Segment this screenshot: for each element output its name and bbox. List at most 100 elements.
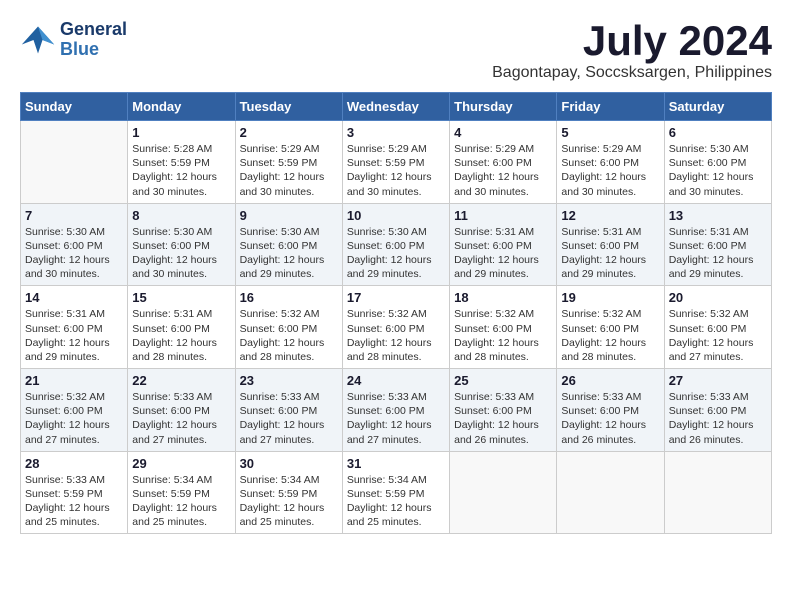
day-info: Sunrise: 5:34 AM Sunset: 5:59 PM Dayligh… bbox=[240, 473, 338, 530]
day-number: 2 bbox=[240, 125, 338, 140]
weekday-tuesday: Tuesday bbox=[235, 93, 342, 121]
day-info: Sunrise: 5:32 AM Sunset: 6:00 PM Dayligh… bbox=[347, 307, 445, 364]
calendar-cell: 24 Sunrise: 5:33 AM Sunset: 6:00 PM Dayli… bbox=[342, 369, 449, 452]
day-info: Sunrise: 5:31 AM Sunset: 6:00 PM Dayligh… bbox=[25, 307, 123, 364]
week-row-4: 21 Sunrise: 5:32 AM Sunset: 6:00 PM Dayli… bbox=[21, 369, 772, 452]
calendar-cell: 26 Sunrise: 5:33 AM Sunset: 6:00 PM Dayli… bbox=[557, 369, 664, 452]
week-row-1: 1 Sunrise: 5:28 AM Sunset: 5:59 PM Daylig… bbox=[21, 121, 772, 204]
day-info: Sunrise: 5:32 AM Sunset: 6:00 PM Dayligh… bbox=[25, 390, 123, 447]
day-info: Sunrise: 5:31 AM Sunset: 6:00 PM Dayligh… bbox=[669, 225, 767, 282]
day-number: 17 bbox=[347, 290, 445, 305]
calendar-cell: 13 Sunrise: 5:31 AM Sunset: 6:00 PM Dayli… bbox=[664, 203, 771, 286]
day-info: Sunrise: 5:28 AM Sunset: 5:59 PM Dayligh… bbox=[132, 142, 230, 199]
weekday-thursday: Thursday bbox=[450, 93, 557, 121]
weekday-monday: Monday bbox=[128, 93, 235, 121]
day-number: 3 bbox=[347, 125, 445, 140]
day-info: Sunrise: 5:31 AM Sunset: 6:00 PM Dayligh… bbox=[561, 225, 659, 282]
calendar-table: SundayMondayTuesdayWednesdayThursdayFrid… bbox=[20, 92, 772, 534]
day-number: 20 bbox=[669, 290, 767, 305]
weekday-header-row: SundayMondayTuesdayWednesdayThursdayFrid… bbox=[21, 93, 772, 121]
calendar-cell: 15Sunrise: 5:31 AM Sunset: 6:00 PM Dayli… bbox=[128, 286, 235, 369]
calendar-cell: 27 Sunrise: 5:33 AM Sunset: 6:00 PM Dayli… bbox=[664, 369, 771, 452]
day-info: Sunrise: 5:33 AM Sunset: 6:00 PM Dayligh… bbox=[454, 390, 552, 447]
day-number: 25 bbox=[454, 373, 552, 388]
day-number: 29 bbox=[132, 456, 230, 471]
day-number: 23 bbox=[240, 373, 338, 388]
day-info: Sunrise: 5:32 AM Sunset: 6:00 PM Dayligh… bbox=[454, 307, 552, 364]
day-number: 13 bbox=[669, 208, 767, 223]
calendar-cell: 6Sunrise: 5:30 AM Sunset: 6:00 PM Daylig… bbox=[664, 121, 771, 204]
title-block: July 2024 Bagontapay, Soccsksargen, Phil… bbox=[492, 20, 772, 82]
calendar-cell bbox=[557, 451, 664, 534]
calendar-cell bbox=[664, 451, 771, 534]
day-number: 8 bbox=[132, 208, 230, 223]
logo: General Blue bbox=[20, 20, 127, 60]
weekday-sunday: Sunday bbox=[21, 93, 128, 121]
day-info: Sunrise: 5:33 AM Sunset: 6:00 PM Dayligh… bbox=[240, 390, 338, 447]
calendar-cell: 21 Sunrise: 5:32 AM Sunset: 6:00 PM Dayli… bbox=[21, 369, 128, 452]
calendar-cell: 7 Sunrise: 5:30 AM Sunset: 6:00 PM Daylig… bbox=[21, 203, 128, 286]
day-number: 5 bbox=[561, 125, 659, 140]
day-number: 18 bbox=[454, 290, 552, 305]
week-row-3: 14Sunrise: 5:31 AM Sunset: 6:00 PM Dayli… bbox=[21, 286, 772, 369]
day-number: 27 bbox=[669, 373, 767, 388]
day-info: Sunrise: 5:33 AM Sunset: 6:00 PM Dayligh… bbox=[347, 390, 445, 447]
page-header: General Blue July 2024 Bagontapay, Soccs… bbox=[20, 20, 772, 82]
calendar-cell: 16Sunrise: 5:32 AM Sunset: 6:00 PM Dayli… bbox=[235, 286, 342, 369]
calendar-cell: 17 Sunrise: 5:32 AM Sunset: 6:00 PM Dayli… bbox=[342, 286, 449, 369]
day-number: 28 bbox=[25, 456, 123, 471]
calendar-cell bbox=[450, 451, 557, 534]
day-number: 31 bbox=[347, 456, 445, 471]
logo-text: General Blue bbox=[60, 20, 127, 60]
calendar-cell: 14Sunrise: 5:31 AM Sunset: 6:00 PM Dayli… bbox=[21, 286, 128, 369]
calendar-cell: 19Sunrise: 5:32 AM Sunset: 6:00 PM Dayli… bbox=[557, 286, 664, 369]
day-number: 26 bbox=[561, 373, 659, 388]
calendar-cell: 31 Sunrise: 5:34 AM Sunset: 5:59 PM Dayli… bbox=[342, 451, 449, 534]
day-info: Sunrise: 5:32 AM Sunset: 6:00 PM Dayligh… bbox=[240, 307, 338, 364]
day-info: Sunrise: 5:30 AM Sunset: 6:00 PM Dayligh… bbox=[669, 142, 767, 199]
day-info: Sunrise: 5:34 AM Sunset: 5:59 PM Dayligh… bbox=[347, 473, 445, 530]
calendar-cell: 11Sunrise: 5:31 AM Sunset: 6:00 PM Dayli… bbox=[450, 203, 557, 286]
day-number: 1 bbox=[132, 125, 230, 140]
day-info: Sunrise: 5:32 AM Sunset: 6:00 PM Dayligh… bbox=[669, 307, 767, 364]
day-number: 24 bbox=[347, 373, 445, 388]
day-number: 21 bbox=[25, 373, 123, 388]
calendar-cell: 23 Sunrise: 5:33 AM Sunset: 6:00 PM Dayli… bbox=[235, 369, 342, 452]
calendar-cell: 29Sunrise: 5:34 AM Sunset: 5:59 PM Dayli… bbox=[128, 451, 235, 534]
calendar-cell: 30 Sunrise: 5:34 AM Sunset: 5:59 PM Dayli… bbox=[235, 451, 342, 534]
day-info: Sunrise: 5:33 AM Sunset: 6:00 PM Dayligh… bbox=[561, 390, 659, 447]
day-info: Sunrise: 5:29 AM Sunset: 5:59 PM Dayligh… bbox=[240, 142, 338, 199]
location-title: Bagontapay, Soccsksargen, Philippines bbox=[492, 64, 772, 82]
calendar-cell: 3 Sunrise: 5:29 AM Sunset: 5:59 PM Daylig… bbox=[342, 121, 449, 204]
day-number: 30 bbox=[240, 456, 338, 471]
day-info: Sunrise: 5:33 AM Sunset: 6:00 PM Dayligh… bbox=[132, 390, 230, 447]
day-number: 7 bbox=[25, 208, 123, 223]
day-number: 15 bbox=[132, 290, 230, 305]
calendar-cell: 20 Sunrise: 5:32 AM Sunset: 6:00 PM Dayli… bbox=[664, 286, 771, 369]
calendar-cell: 2 Sunrise: 5:29 AM Sunset: 5:59 PM Daylig… bbox=[235, 121, 342, 204]
calendar-cell: 9 Sunrise: 5:30 AM Sunset: 6:00 PM Daylig… bbox=[235, 203, 342, 286]
calendar-cell: 12Sunrise: 5:31 AM Sunset: 6:00 PM Dayli… bbox=[557, 203, 664, 286]
day-info: Sunrise: 5:29 AM Sunset: 5:59 PM Dayligh… bbox=[347, 142, 445, 199]
calendar-cell bbox=[21, 121, 128, 204]
day-info: Sunrise: 5:33 AM Sunset: 5:59 PM Dayligh… bbox=[25, 473, 123, 530]
weekday-saturday: Saturday bbox=[664, 93, 771, 121]
day-info: Sunrise: 5:30 AM Sunset: 6:00 PM Dayligh… bbox=[25, 225, 123, 282]
month-title: July 2024 bbox=[492, 20, 772, 62]
calendar-cell: 28 Sunrise: 5:33 AM Sunset: 5:59 PM Dayli… bbox=[21, 451, 128, 534]
week-row-5: 28 Sunrise: 5:33 AM Sunset: 5:59 PM Dayli… bbox=[21, 451, 772, 534]
day-info: Sunrise: 5:30 AM Sunset: 6:00 PM Dayligh… bbox=[347, 225, 445, 282]
day-info: Sunrise: 5:33 AM Sunset: 6:00 PM Dayligh… bbox=[669, 390, 767, 447]
logo-bird-icon bbox=[20, 22, 56, 58]
calendar-cell: 18 Sunrise: 5:32 AM Sunset: 6:00 PM Dayli… bbox=[450, 286, 557, 369]
day-info: Sunrise: 5:30 AM Sunset: 6:00 PM Dayligh… bbox=[240, 225, 338, 282]
day-number: 4 bbox=[454, 125, 552, 140]
weekday-friday: Friday bbox=[557, 93, 664, 121]
calendar-cell: 1 Sunrise: 5:28 AM Sunset: 5:59 PM Daylig… bbox=[128, 121, 235, 204]
calendar-cell: 4 Sunrise: 5:29 AM Sunset: 6:00 PM Daylig… bbox=[450, 121, 557, 204]
day-number: 10 bbox=[347, 208, 445, 223]
calendar-cell: 8 Sunrise: 5:30 AM Sunset: 6:00 PM Daylig… bbox=[128, 203, 235, 286]
day-number: 9 bbox=[240, 208, 338, 223]
day-info: Sunrise: 5:29 AM Sunset: 6:00 PM Dayligh… bbox=[454, 142, 552, 199]
day-info: Sunrise: 5:30 AM Sunset: 6:00 PM Dayligh… bbox=[132, 225, 230, 282]
